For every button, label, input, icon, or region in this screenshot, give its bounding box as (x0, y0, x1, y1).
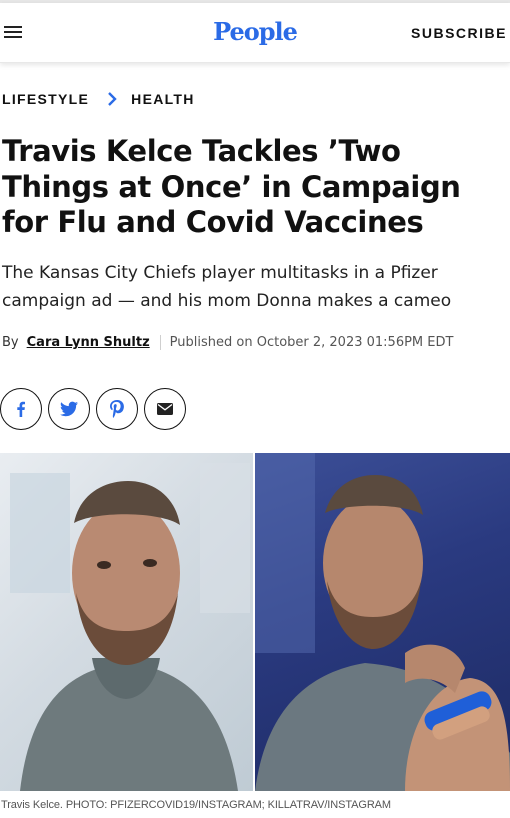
image-caption: Travis Kelce. PHOTO: PFIZERCOVID19/INSTA… (1, 799, 391, 811)
article-hero-image (0, 453, 510, 791)
article-title: Travis Kelce Tackles ’Two Things at Once… (2, 134, 461, 239)
byline: By Cara Lynn Shultz Published on October… (2, 335, 453, 350)
twitter-icon (60, 401, 78, 417)
email-icon (157, 403, 173, 415)
subscribe-button[interactable]: SUBSCRIBE (411, 25, 507, 41)
hamburger-menu-icon[interactable] (4, 23, 24, 41)
breadcrumb: LIFESTYLE HEALTH (2, 91, 195, 107)
byline-divider (159, 335, 161, 350)
photo-panel-right (255, 453, 510, 791)
publish-date: Published on October 2, 2023 01:56PM EDT (169, 335, 454, 350)
share-facebook-button[interactable] (0, 388, 42, 430)
share-bar (0, 388, 192, 430)
photo-left-illustration (10, 463, 250, 791)
article-dek: The Kansas City Chiefs player multitasks… (2, 263, 452, 311)
share-email-button[interactable] (144, 388, 186, 430)
chevron-right-icon (108, 92, 117, 106)
share-twitter-button[interactable] (48, 388, 90, 430)
author-link[interactable]: Cara Lynn Shultz (27, 335, 150, 350)
byline-prefix: By (2, 335, 19, 350)
share-pinterest-button[interactable] (96, 388, 138, 430)
photo-right-illustration (255, 453, 510, 791)
breadcrumb-item-lifestyle[interactable]: LIFESTYLE (2, 91, 89, 107)
site-header: People SUBSCRIBE (0, 3, 510, 63)
facebook-icon (17, 401, 25, 417)
pinterest-icon (110, 400, 124, 418)
logo-link[interactable]: People (213, 17, 298, 46)
breadcrumb-item-health[interactable]: HEALTH (131, 91, 195, 107)
photo-panel-left (0, 453, 253, 791)
